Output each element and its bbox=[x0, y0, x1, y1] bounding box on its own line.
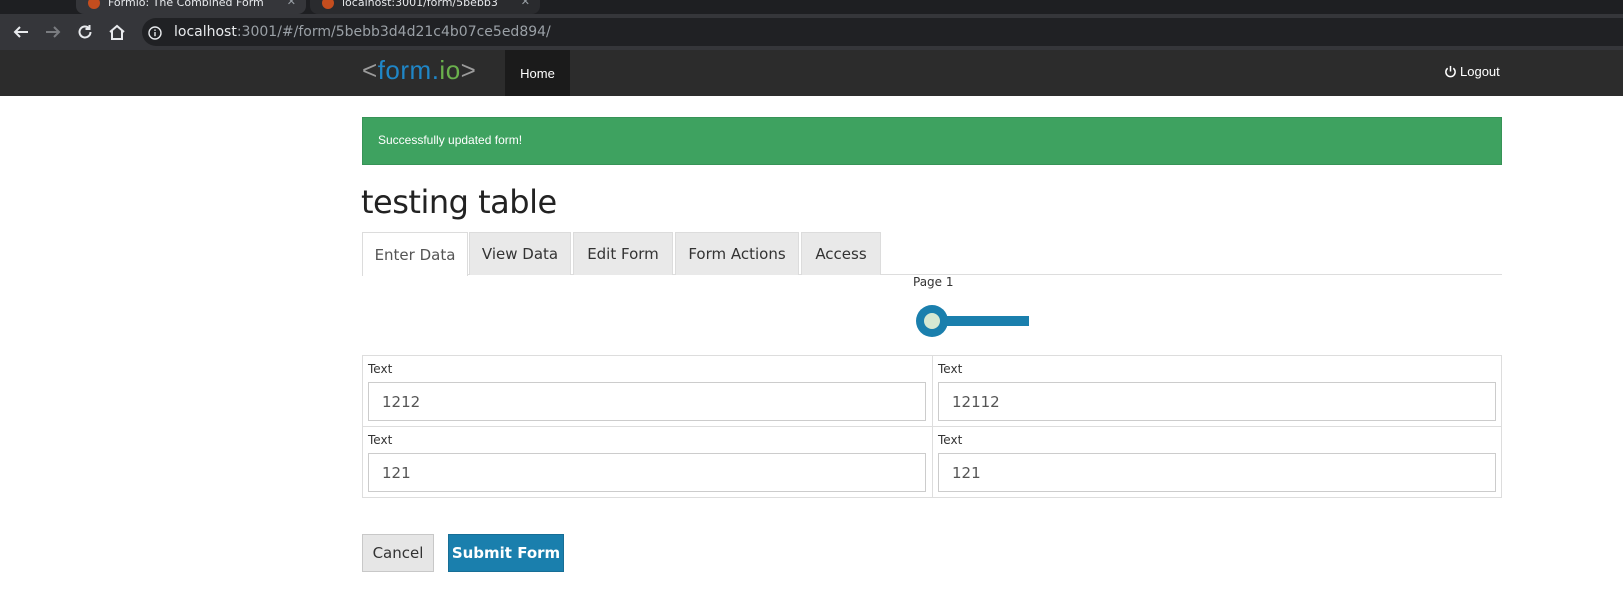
back-button[interactable] bbox=[10, 21, 32, 43]
browser-toolbar: localhost:3001/#/form/5bebb3d4d21c4b07ce… bbox=[0, 14, 1623, 50]
close-icon[interactable]: ✕ bbox=[521, 0, 530, 8]
url-text: localhost:3001/#/form/5bebb3d4d21c4b07ce… bbox=[174, 24, 551, 40]
forward-button[interactable] bbox=[42, 21, 64, 43]
browser-tab-2[interactable]: localhost:3001/form/5bebb3 ✕ bbox=[310, 0, 540, 14]
arrow-left-icon bbox=[13, 26, 28, 38]
tab-access[interactable]: Access bbox=[801, 232, 881, 275]
logout-link[interactable]: Logout bbox=[1444, 64, 1500, 79]
table-cell: Text bbox=[933, 356, 1502, 427]
browser-tab-title: Formio: The Combined Form bbox=[108, 0, 264, 9]
home-button[interactable] bbox=[106, 21, 128, 43]
cancel-button[interactable]: Cancel bbox=[362, 534, 434, 572]
text-input[interactable] bbox=[938, 382, 1496, 421]
url-host: localhost bbox=[174, 24, 237, 40]
wizard-page-label[interactable]: Page 1 bbox=[913, 275, 954, 289]
field-label: Text bbox=[938, 362, 963, 376]
text-input[interactable] bbox=[368, 382, 926, 421]
page-title: testing table bbox=[361, 183, 557, 221]
app-navbar: <form.io> Home Logout bbox=[0, 50, 1623, 96]
formio-favicon-icon bbox=[88, 0, 100, 9]
table-cell: Text bbox=[363, 427, 932, 498]
tab-form-actions[interactable]: Form Actions bbox=[675, 232, 799, 275]
text-input[interactable] bbox=[368, 453, 926, 492]
submit-form-button[interactable]: Submit Form bbox=[448, 534, 564, 572]
logo-bracket-right: > bbox=[460, 55, 477, 85]
text-input[interactable] bbox=[938, 453, 1496, 492]
url-path: :3001/#/form/5bebb3d4d21c4b07ce5ed894/ bbox=[236, 24, 551, 40]
form-tabs: Enter Data View Data Edit Form Form Acti… bbox=[362, 232, 1502, 276]
nav-home[interactable]: Home bbox=[505, 50, 570, 96]
power-icon bbox=[1445, 65, 1456, 78]
logo-form: form bbox=[377, 55, 432, 85]
field-label: Text bbox=[938, 433, 963, 447]
wizard-dot-center bbox=[924, 313, 940, 329]
info-icon[interactable] bbox=[148, 25, 162, 44]
browser-tab-strip: Formio: The Combined Form ✕ localhost:30… bbox=[0, 0, 1623, 14]
tab-view-data[interactable]: View Data bbox=[469, 232, 571, 275]
reload-button[interactable] bbox=[74, 21, 96, 43]
close-icon[interactable]: ✕ bbox=[287, 0, 296, 8]
table-cell: Text bbox=[933, 427, 1502, 498]
arrow-right-icon bbox=[46, 26, 61, 38]
logo-io: io bbox=[439, 55, 461, 85]
field-label: Text bbox=[368, 362, 393, 376]
browser-tab-1[interactable]: Formio: The Combined Form ✕ bbox=[76, 0, 306, 14]
home-icon bbox=[109, 24, 125, 40]
field-label: Text bbox=[368, 433, 393, 447]
formio-logo[interactable]: <form.io> bbox=[362, 55, 476, 86]
tab-enter-data[interactable]: Enter Data bbox=[362, 232, 468, 276]
logout-label: Logout bbox=[1460, 64, 1500, 79]
logo-bracket-left: < bbox=[362, 55, 378, 85]
wizard-page-indicator[interactable] bbox=[916, 305, 948, 337]
success-alert: Successfully updated form! bbox=[362, 117, 1502, 165]
formio-favicon-icon bbox=[322, 0, 334, 9]
data-table: Text Text Text Text bbox=[362, 355, 1502, 498]
table-cell: Text bbox=[363, 356, 932, 427]
tab-edit-form[interactable]: Edit Form bbox=[573, 232, 673, 275]
reload-icon bbox=[78, 25, 92, 39]
address-bar[interactable]: localhost:3001/#/form/5bebb3d4d21c4b07ce… bbox=[142, 18, 1623, 46]
browser-tab-title: localhost:3001/form/5bebb3 bbox=[342, 0, 498, 9]
